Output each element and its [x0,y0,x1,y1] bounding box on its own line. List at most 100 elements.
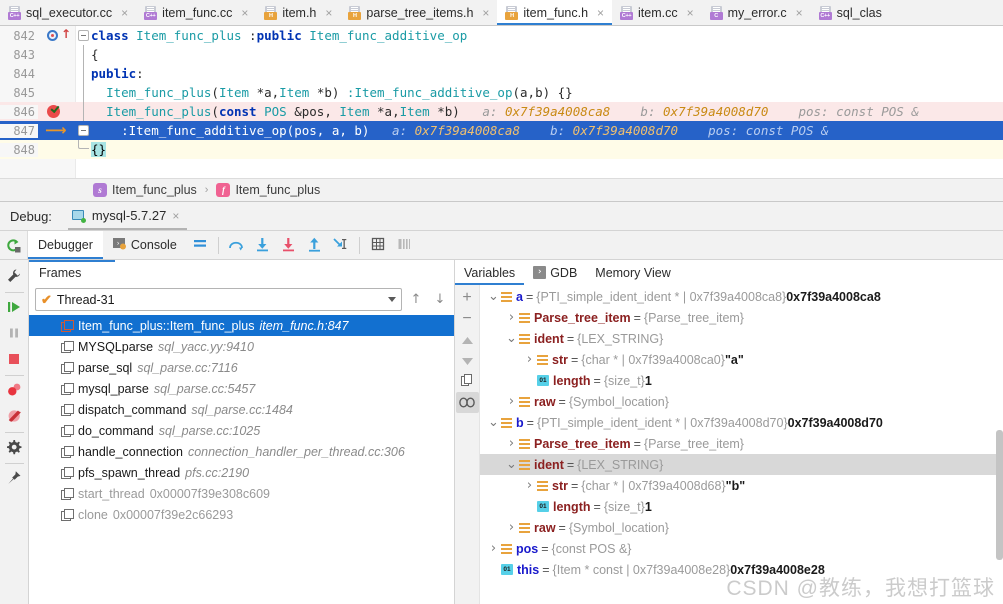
variable-row[interactable]: 01 length = {size_t} 1 [480,496,1003,517]
code-editor[interactable]: 842 ↑ class Item_func_plus :public Item_fu… [0,26,1003,178]
code-line[interactable]: 848 {} [0,140,1003,159]
frame-list-item[interactable]: mysql_parse sql_parse.cc:5457 [29,378,454,399]
settings-wrench-button[interactable] [1,264,28,290]
frame-list-item[interactable]: start_thread 0x00007f39e308c609 [29,483,454,504]
pin-tab-button[interactable] [1,466,28,492]
editor-tab-item-func-cc[interactable]: C++ item_func.cc × [136,0,256,25]
editor-tab-parse-tree-items-h[interactable]: Hparse_tree_items.h × [340,0,497,25]
close-icon[interactable]: × [172,209,179,223]
editor-tab-item-h[interactable]: Hitem.h × [256,0,340,25]
frame-list[interactable]: Item_func_plus::Item_func_plus item_func.… [29,315,454,604]
close-icon[interactable]: × [239,6,250,20]
variables-tree[interactable]: ⌄ a = {PTI_simple_ident_ident * | 0x7f39a40… [480,285,1003,604]
variable-row[interactable]: › raw = {Symbol_location} [480,391,1003,412]
chevron-down-icon[interactable]: ⌄ [486,289,501,304]
chevron-right-icon[interactable]: › [504,310,519,325]
breakpoint-verified-icon[interactable] [47,105,60,118]
tab-console[interactable]: › Console [103,231,187,259]
editor-tab-item-cc[interactable]: C++ item.cc × [612,0,702,25]
variable-row[interactable]: › pos = {const POS &} [480,538,1003,559]
variable-row[interactable]: › Parse_tree_item = {Parse_tree_item} [480,307,1003,328]
code-folding-area[interactable] [75,83,91,102]
stop-program-button[interactable] [1,347,28,373]
code-line[interactable]: 845 Item_func_plus(Item *a,Item *b) :Ite… [0,83,1003,102]
gutter-icon-area[interactable] [38,83,75,102]
gutter-icon-area[interactable]: ↑ [38,26,75,45]
step-over-button[interactable] [224,234,250,257]
chevron-right-icon[interactable]: › [486,541,501,556]
code-folding-area[interactable] [75,121,91,140]
close-icon[interactable]: × [323,6,334,20]
editor-tab-sql-executor-cc[interactable]: C++ sql_executor.cc × [0,0,136,25]
code-line[interactable]: 847 ⟶ :Item_func_additive_op(pos, a, b) a… [0,121,1003,140]
show-threads-button[interactable] [391,234,417,257]
breadcrumb-item-label[interactable]: Item_func_plus [112,183,197,197]
variable-row[interactable]: ⌄ b = {PTI_simple_ident_ident * | 0x7f39a40… [480,412,1003,433]
chevron-right-icon[interactable]: › [504,520,519,535]
watches-button[interactable] [455,392,479,413]
fold-collapse-icon[interactable] [78,125,89,136]
variable-row[interactable]: ⌄ a = {PTI_simple_ident_ident * | 0x7f39a40… [480,286,1003,307]
tab-gdb[interactable]: › GDB [524,260,586,285]
frame-list-item[interactable]: Item_func_plus::Item_func_plus item_func.… [29,315,454,336]
code-folding-area[interactable] [75,102,91,121]
move-watch-up-button[interactable] [456,329,479,350]
variable-row[interactable]: 01 length = {size_t} 1 [480,370,1003,391]
remove-watch-button[interactable]: − [456,308,479,329]
gutter-icon-area[interactable] [38,64,75,83]
frame-list-item[interactable]: MYSQLparse sql_yacc.yy:9410 [29,336,454,357]
close-icon[interactable]: × [480,6,491,20]
pause-program-button[interactable] [1,321,28,347]
editor-tab-sql-clas[interactable]: C++ sql_clas [811,0,888,25]
code-folding-area[interactable] [75,26,91,45]
code-folding-area[interactable] [75,45,91,64]
close-icon[interactable]: × [595,6,606,20]
code-line[interactable]: 842 ↑ class Item_func_plus :public Item_fu… [0,26,1003,45]
frame-down-button[interactable]: ↓ [430,289,450,311]
inheritance-up-arrow-icon[interactable]: ↑ [61,27,71,41]
fold-collapse-icon[interactable] [78,30,89,41]
variable-row[interactable]: › str = {char * | 0x7f39a4008ca0} "a" [480,349,1003,370]
editor-tab-my-error-c[interactable]: Cmy_error.c × [702,0,811,25]
variable-row[interactable]: › Parse_tree_item = {Parse_tree_item} [480,433,1003,454]
variable-row[interactable]: ⌄ ident = {LEX_STRING} [480,454,1003,475]
gutter-icon-area[interactable] [38,140,75,159]
close-icon[interactable]: × [685,6,696,20]
run-to-cursor-button[interactable] [328,234,354,257]
frame-list-item[interactable]: clone 0x00007f39e2c66293 [29,504,454,525]
code-folding-area[interactable] [75,64,91,83]
gutter-icon-area[interactable] [38,102,75,121]
chevron-down-icon[interactable]: ⌄ [486,415,501,430]
frame-list-item[interactable]: pfs_spawn_thread pfs.cc:2190 [29,462,454,483]
gutter-icon-area[interactable]: ⟶ [38,121,75,140]
rerun-button[interactable] [0,231,28,259]
chevron-right-icon[interactable]: › [504,394,519,409]
evaluate-expression-button[interactable] [365,234,391,257]
step-into-button[interactable] [250,234,276,257]
variables-scrollbar[interactable] [996,430,1003,560]
editor-tab-item-func-h[interactable]: Hitem_func.h × [497,0,613,25]
gutter-icon-area[interactable] [38,45,75,64]
resume-program-button[interactable] [1,295,28,321]
move-watch-down-button[interactable] [456,350,479,371]
copy-value-button[interactable] [456,371,479,392]
chevron-right-icon[interactable]: › [504,436,519,451]
variable-row[interactable]: › raw = {Symbol_location} [480,517,1003,538]
mute-breakpoints-button[interactable] [1,404,28,430]
breakpoint-ring-icon[interactable] [47,30,58,41]
frame-list-item[interactable]: parse_sql sql_parse.cc:7116 [29,357,454,378]
breadcrumb[interactable]: s Item_func_plus › f Item_func_plus [0,178,1003,202]
frame-list-item[interactable]: handle_connection connection_handler_per_… [29,441,454,462]
frame-list-item[interactable]: dispatch_command sql_parse.cc:1484 [29,399,454,420]
variable-row[interactable]: › str = {char * | 0x7f39a4008d68} "b" [480,475,1003,496]
force-step-into-button[interactable] [276,234,302,257]
tab-memory-view[interactable]: Memory View [586,260,679,285]
view-breakpoints-button[interactable] [1,378,28,404]
debug-session-tab[interactable]: mysql-5.7.27 × [67,208,188,230]
chevron-right-icon[interactable]: › [522,352,537,367]
variable-row[interactable]: 01 this = {Item * const | 0x7f39a4008e28} 0… [480,559,1003,580]
tab-variables[interactable]: Variables [455,260,525,285]
tab-debugger[interactable]: Debugger [28,231,103,259]
chevron-down-icon[interactable]: ⌄ [504,457,519,472]
layout-settings-button[interactable] [187,234,213,257]
